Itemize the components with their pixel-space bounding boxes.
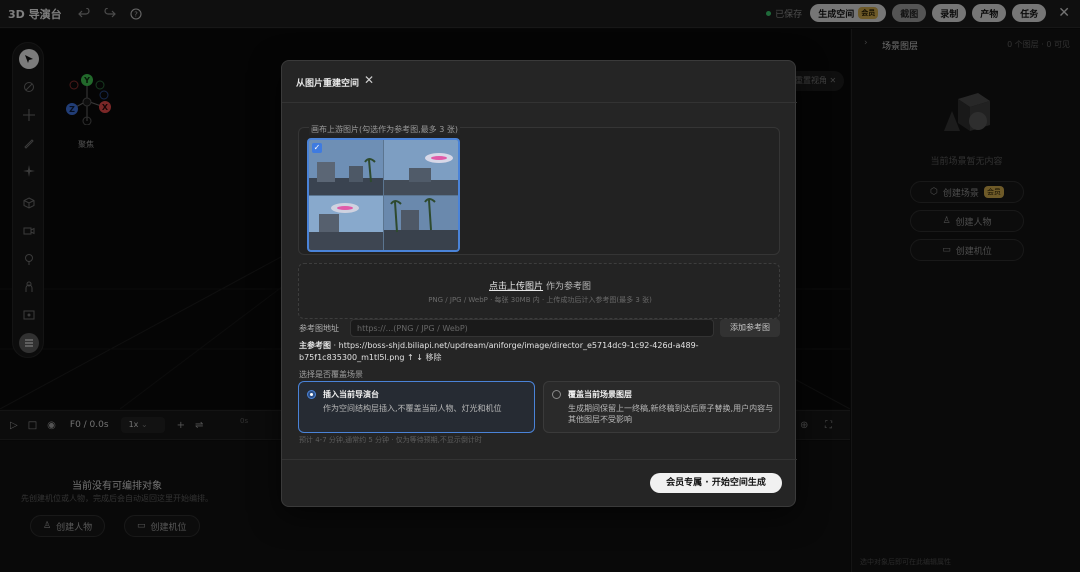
canvas-images-group: 画布上游图片(勾选作为参考图,最多 3 张) ✓ — [298, 124, 780, 255]
reference-image — [309, 140, 458, 250]
main-reference: 主参考图 · https://boss-shjd.biliapi.net/upd… — [299, 340, 739, 364]
start-space-generation-button[interactable]: 会员专属 · 开始空间生成 — [650, 473, 782, 493]
reorder-arrows-icon[interactable]: ↑ ↓ — [407, 353, 423, 362]
overwrite-radio[interactable] — [552, 390, 561, 399]
app-root: 3D 导演台 ? 已保存 生成空间 会员 截图 录制 产物 任务 ✕ Y X Z… — [0, 0, 1080, 572]
dialog-title: 从图片重建空间 — [296, 79, 360, 89]
insert-option-title: 插入当前导演台 — [323, 390, 379, 399]
remove-reference-button[interactable]: 移除 — [425, 353, 441, 362]
reconstruct-space-dialog: 从图片重建空间 ✕ 画布上游图片(勾选作为参考图,最多 3 张) ✓ 点击上传图… — [281, 60, 797, 507]
canvas-images-label: 画布上游图片(勾选作为参考图,最多 3 张) — [309, 124, 460, 135]
main-ref-label: 主参考图 — [299, 341, 331, 350]
dialog-header: 从图片重建空间 ✕ — [282, 61, 797, 103]
insert-radio[interactable] — [307, 390, 316, 399]
upload-dropzone[interactable]: 点击上传图片 作为参考图 PNG / JPG / WebP · 每张 30MB … — [298, 263, 780, 319]
upload-main-text: 点击上传图片 作为参考图 — [299, 279, 781, 292]
reference-image-thumbnail[interactable]: ✓ — [307, 138, 460, 252]
overwrite-option-title: 覆盖当前场景图层 — [568, 390, 632, 399]
estimate-text: 预计 4-7 分钟,通常约 5 分钟 · 仅为等待预期,不显示倒计时 — [299, 436, 482, 444]
ref-url-label: 参考图地址 — [299, 324, 339, 333]
option-insert-director[interactable]: 插入当前导演台 作为空间结构层插入,不覆盖当前人物、灯光和机位 — [298, 381, 535, 433]
add-reference-button[interactable]: 添加参考图 — [720, 319, 780, 337]
cover-scene-label: 选择是否覆盖场景 — [299, 370, 363, 379]
main-ref-url: https://boss-shjd.biliapi.net/updream/an… — [299, 341, 699, 362]
upload-hint: PNG / JPG / WebP · 每张 30MB 内 · 上传成功后计入参考… — [428, 296, 652, 304]
upload-image-link[interactable]: 点击上传图片 — [489, 282, 543, 292]
ref-url-input[interactable] — [350, 319, 714, 337]
thumbnail-checkbox[interactable]: ✓ — [312, 143, 322, 153]
overwrite-option-desc: 生成期间保留上一终稿,新终稿到达后原子替换,用户内容与其他图层不受影响 — [568, 404, 774, 424]
dialog-footer-divider — [282, 459, 797, 460]
insert-option-desc: 作为空间结构层插入,不覆盖当前人物、灯光和机位 — [323, 404, 502, 413]
option-overwrite-scene[interactable]: 覆盖当前场景图层 生成期间保留上一终稿,新终稿到达后原子替换,用户内容与其他图层… — [543, 381, 780, 433]
upload-suffix: 作为参考图 — [545, 282, 591, 292]
dialog-close-icon[interactable]: ✕ — [364, 73, 374, 87]
